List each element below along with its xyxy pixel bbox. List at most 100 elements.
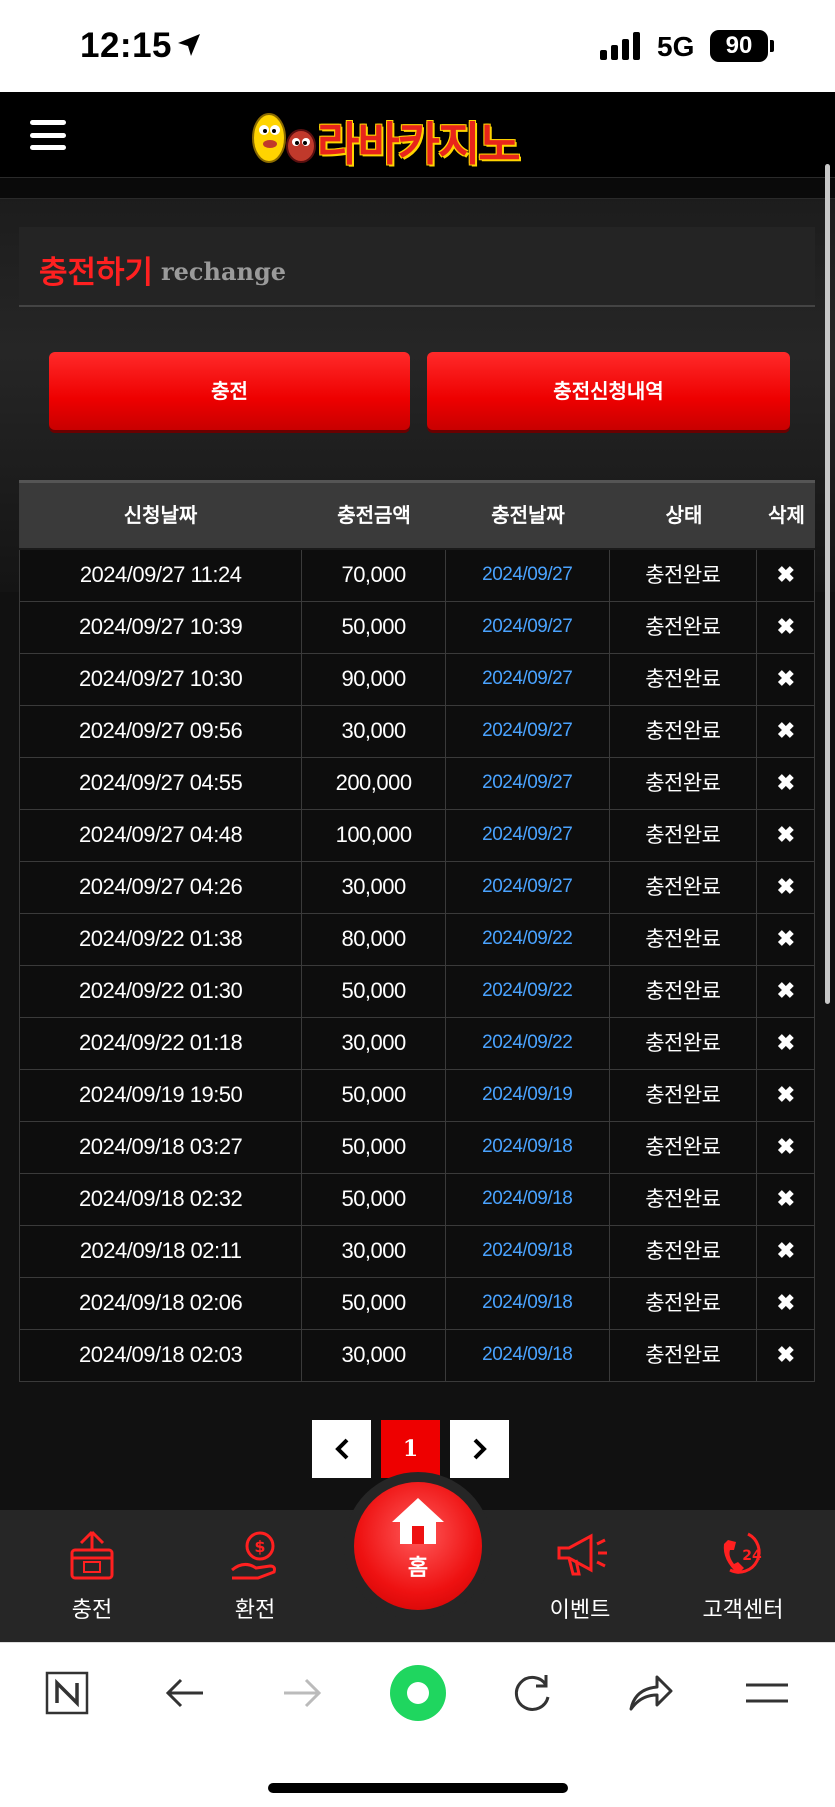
charge-history-button[interactable]: 충전신청내역 — [427, 352, 790, 430]
pagination: 1 — [312, 1420, 509, 1478]
nav-event[interactable]: 이벤트 — [510, 1510, 650, 1642]
signal-icon — [600, 32, 640, 60]
page-subtitle: rechange — [161, 257, 287, 286]
table-row: 2024/09/27 10:39 50,000 2024/09/27 충전완료 ✖ — [19, 602, 815, 654]
delete-icon[interactable]: ✖ — [757, 810, 814, 861]
nav-support[interactable]: 24 고객센터 — [673, 1510, 813, 1642]
row-status: 충전완료 — [610, 706, 758, 757]
table-row: 2024/09/27 10:30 90,000 2024/09/27 충전완료 ✖ — [19, 654, 815, 706]
scrollbar[interactable] — [825, 164, 830, 1004]
delete-icon[interactable]: ✖ — [757, 1018, 814, 1069]
delete-icon[interactable]: ✖ — [757, 1278, 814, 1329]
row-requested-date: 2024/09/27 04:26 — [20, 862, 303, 913]
row-requested-date: 2024/09/22 01:38 — [20, 914, 303, 965]
row-charge-date: 2024/09/19 — [446, 1070, 610, 1121]
header-amount: 충전금액 — [337, 503, 411, 527]
menu-icon[interactable] — [744, 1671, 790, 1715]
delete-icon[interactable]: ✖ — [757, 914, 814, 965]
nav-exchange[interactable]: $ 환전 — [185, 1510, 325, 1642]
delete-icon[interactable]: ✖ — [757, 654, 814, 705]
header-charge-date: 충전날짜 — [491, 503, 565, 527]
green-circle-icon[interactable] — [388, 1663, 448, 1723]
share-icon[interactable] — [627, 1671, 675, 1715]
nav-charge[interactable]: 충전 — [22, 1510, 162, 1642]
delete-icon[interactable]: ✖ — [757, 758, 814, 809]
home-button[interactable]: 홈 — [354, 1482, 482, 1610]
delete-icon[interactable]: ✖ — [757, 1330, 814, 1381]
row-charge-date: 2024/09/18 — [446, 1174, 610, 1225]
site-logo[interactable]: 라바카지노 — [245, 104, 590, 171]
delete-icon[interactable]: ✖ — [757, 602, 814, 653]
row-requested-date: 2024/09/18 02:11 — [20, 1226, 303, 1277]
row-amount: 50,000 — [302, 602, 446, 653]
page-title: 충전하기 — [39, 255, 154, 291]
home-label: 홈 — [407, 1556, 429, 1581]
megaphone-icon — [557, 1533, 607, 1576]
row-status: 충전완료 — [610, 1226, 758, 1277]
delete-icon[interactable]: ✖ — [757, 1070, 814, 1121]
row-amount: 30,000 — [302, 706, 446, 757]
box-upload-icon — [70, 1530, 114, 1580]
row-requested-date: 2024/09/27 04:55 — [20, 758, 303, 809]
row-requested-date: 2024/09/27 10:30 — [20, 654, 303, 705]
row-amount: 50,000 — [302, 1122, 446, 1173]
row-charge-date: 2024/09/27 — [446, 550, 610, 601]
header-divider — [0, 177, 835, 199]
row-amount: 50,000 — [302, 1174, 446, 1225]
prev-page-button[interactable] — [312, 1420, 371, 1478]
row-charge-date: 2024/09/27 — [446, 810, 610, 861]
row-requested-date: 2024/09/27 04:48 — [20, 810, 303, 861]
delete-icon[interactable]: ✖ — [757, 1122, 814, 1173]
row-requested-date: 2024/09/27 09:56 — [20, 706, 303, 757]
section-title-box: 충전하기 rechange — [19, 227, 815, 307]
next-page-button[interactable] — [450, 1420, 509, 1478]
naver-icon[interactable] — [45, 1671, 89, 1715]
row-charge-date: 2024/09/22 — [446, 966, 610, 1017]
row-charge-date: 2024/09/18 — [446, 1226, 610, 1277]
delete-icon[interactable]: ✖ — [757, 862, 814, 913]
row-status: 충전완료 — [610, 810, 758, 861]
row-requested-date: 2024/09/22 01:18 — [20, 1018, 303, 1069]
nav-event-label: 이벤트 — [549, 1598, 611, 1623]
larva-mascot-icon — [252, 113, 316, 163]
row-status: 충전완료 — [610, 758, 758, 809]
delete-icon[interactable]: ✖ — [757, 966, 814, 1017]
chevron-left-icon — [334, 1438, 348, 1460]
row-amount: 80,000 — [302, 914, 446, 965]
status-bar: 12:15 5G 90 — [0, 0, 835, 92]
table-row: 2024/09/18 02:06 50,000 2024/09/18 충전완료 ✖ — [19, 1278, 815, 1330]
row-amount: 30,000 — [302, 1018, 446, 1069]
row-amount: 50,000 — [302, 1278, 446, 1329]
row-status: 충전완료 — [610, 1018, 758, 1069]
reload-icon[interactable] — [510, 1671, 554, 1715]
row-amount: 100,000 — [302, 810, 446, 861]
back-arrow-icon[interactable] — [163, 1671, 207, 1715]
forward-arrow-icon[interactable] — [280, 1671, 324, 1715]
charge-button[interactable]: 충전 — [49, 352, 410, 430]
hamburger-menu-icon[interactable] — [30, 120, 66, 150]
row-charge-date: 2024/09/22 — [446, 914, 610, 965]
browser-toolbar — [0, 1642, 835, 1807]
delete-icon[interactable]: ✖ — [757, 706, 814, 757]
row-charge-date: 2024/09/27 — [446, 862, 610, 913]
row-charge-date: 2024/09/27 — [446, 758, 610, 809]
row-charge-date: 2024/09/22 — [446, 1018, 610, 1069]
row-charge-date: 2024/09/18 — [446, 1330, 610, 1381]
page-number-current[interactable]: 1 — [381, 1420, 440, 1478]
row-amount: 30,000 — [302, 1330, 446, 1381]
row-amount: 90,000 — [302, 654, 446, 705]
table-row: 2024/09/22 01:18 30,000 2024/09/22 충전완료 ✖ — [19, 1018, 815, 1070]
support-badge-text: 24 — [742, 1548, 762, 1564]
table-row: 2024/09/22 01:38 80,000 2024/09/22 충전완료 ✖ — [19, 914, 815, 966]
row-status: 충전완료 — [610, 966, 758, 1017]
table-row: 2024/09/27 04:26 30,000 2024/09/27 충전완료 ✖ — [19, 862, 815, 914]
row-amount: 50,000 — [302, 966, 446, 1017]
row-requested-date: 2024/09/18 02:06 — [20, 1278, 303, 1329]
delete-icon[interactable]: ✖ — [757, 1226, 814, 1277]
delete-icon[interactable]: ✖ — [757, 1174, 814, 1225]
row-charge-date: 2024/09/27 — [446, 706, 610, 757]
delete-icon[interactable]: ✖ — [757, 550, 814, 601]
row-amount: 50,000 — [302, 1070, 446, 1121]
battery-tip — [770, 40, 774, 52]
row-requested-date: 2024/09/18 03:27 — [20, 1122, 303, 1173]
